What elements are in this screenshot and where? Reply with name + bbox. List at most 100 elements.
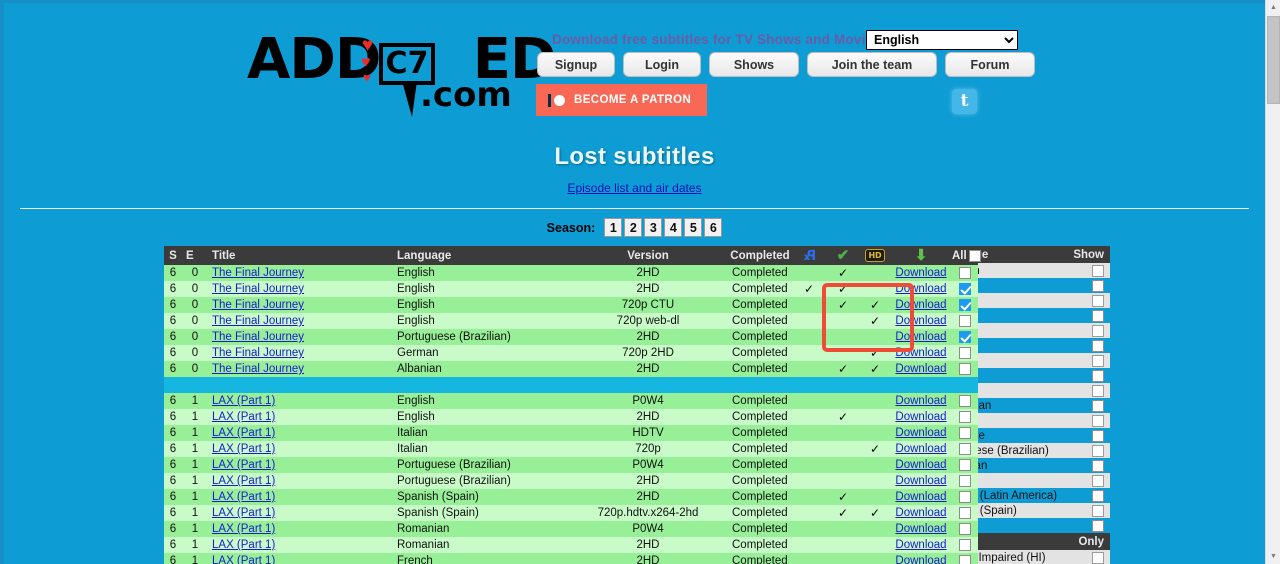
row-completed: Completed — [728, 553, 792, 564]
row-checkbox[interactable] — [959, 490, 971, 503]
sidebar-language-checkbox[interactable] — [1092, 474, 1104, 487]
season-button-4[interactable]: 4 — [664, 218, 683, 237]
row-checkbox[interactable] — [959, 554, 971, 564]
download-link[interactable]: Download — [895, 491, 946, 503]
download-link[interactable]: Download — [895, 283, 946, 295]
sidebar-language-checkbox[interactable] — [1092, 519, 1104, 532]
row-title-link[interactable]: The Final Journey — [212, 331, 304, 343]
row-title-link[interactable]: LAX (Part 1) — [212, 539, 275, 551]
row-checkbox[interactable] — [959, 474, 971, 487]
sidebar-language-checkbox[interactable] — [1092, 504, 1104, 517]
season-button-3[interactable]: 3 — [644, 218, 663, 237]
row-checkbox[interactable] — [959, 314, 971, 327]
select-all-checkbox[interactable] — [968, 249, 981, 262]
sidebar-language-checkbox[interactable] — [1092, 264, 1104, 277]
sidebar-language-checkbox[interactable] — [1092, 429, 1104, 442]
season-button-1[interactable]: 1 — [604, 218, 623, 237]
row-title-link[interactable]: The Final Journey — [212, 363, 304, 375]
row-checkbox[interactable] — [959, 426, 971, 439]
row-checkbox[interactable] — [959, 282, 971, 295]
row-checkbox[interactable] — [959, 538, 971, 551]
sidebar-language-checkbox[interactable] — [1092, 444, 1104, 457]
sidebar-language-checkbox[interactable] — [1092, 399, 1104, 412]
row-checkbox[interactable] — [959, 266, 971, 279]
row-checkbox[interactable] — [959, 394, 971, 407]
row-checkbox[interactable] — [959, 458, 971, 471]
download-link[interactable]: Download — [895, 347, 946, 359]
download-link[interactable]: Download — [895, 363, 946, 375]
row-title-link[interactable]: LAX (Part 1) — [212, 427, 275, 439]
row-checkbox[interactable] — [959, 506, 971, 519]
download-link[interactable]: Download — [895, 507, 946, 519]
nav-login-button[interactable]: Login — [623, 52, 701, 77]
site-logo[interactable]: ADD ED ♥ ♥ ♥ C7 .com — [247, 31, 557, 121]
row-title-link[interactable]: The Final Journey — [212, 283, 304, 295]
download-link[interactable]: Download — [895, 315, 946, 327]
nav-signup-button[interactable]: Signup — [537, 52, 615, 77]
row-title-link[interactable]: LAX (Part 1) — [212, 523, 275, 535]
download-link[interactable]: Download — [895, 459, 946, 471]
sidebar-language-checkbox[interactable] — [1092, 384, 1104, 397]
row-title-link[interactable]: LAX (Part 1) — [212, 459, 275, 471]
download-link[interactable]: Download — [895, 555, 946, 564]
download-link[interactable]: Download — [895, 331, 946, 343]
sidebar-language-checkbox[interactable] — [1092, 459, 1104, 472]
become-a-patron-button[interactable]: BECOME A PATRON — [536, 84, 708, 116]
download-link[interactable]: Download — [895, 475, 946, 487]
row-title-link[interactable]: The Final Journey — [212, 315, 304, 327]
sidebar-language-checkbox[interactable] — [1092, 294, 1104, 307]
sidebar-filter-checkbox[interactable] — [1092, 551, 1104, 564]
row-checkbox[interactable] — [959, 330, 971, 343]
sidebar-language-checkbox[interactable] — [1092, 339, 1104, 352]
row-checkbox[interactable] — [959, 362, 971, 375]
heart-icon: ♥ — [362, 35, 374, 56]
download-link[interactable]: Download — [895, 299, 946, 311]
sidebar-language-checkbox[interactable] — [1092, 309, 1104, 322]
season-button-5[interactable]: 5 — [684, 218, 703, 237]
row-checkbox[interactable] — [959, 410, 971, 423]
site-language-select[interactable]: English — [866, 30, 1018, 50]
row-title-link[interactable]: The Final Journey — [212, 267, 304, 279]
nav-forum-button[interactable]: Forum — [945, 52, 1035, 77]
row-title-link[interactable]: LAX (Part 1) — [212, 491, 275, 503]
row-checkbox[interactable] — [959, 298, 971, 311]
row-select — [952, 553, 978, 564]
season-button-2[interactable]: 2 — [624, 218, 643, 237]
row-title-link[interactable]: LAX (Part 1) — [212, 507, 275, 519]
sidebar-language-checkbox[interactable] — [1092, 414, 1104, 427]
row-checkbox[interactable] — [959, 442, 971, 455]
download-link[interactable]: Download — [895, 427, 946, 439]
row-title-link[interactable]: LAX (Part 1) — [212, 395, 275, 407]
download-link[interactable]: Download — [895, 443, 946, 455]
nav-join-the-team-button[interactable]: Join the team — [807, 52, 937, 77]
sidebar-language-checkbox[interactable] — [1092, 354, 1104, 367]
row-checkbox[interactable] — [959, 522, 971, 535]
nav-shows-button[interactable]: Shows — [709, 52, 799, 77]
season-button-6[interactable]: 6 — [704, 218, 723, 237]
episode-list-link[interactable]: Episode list and air dates — [567, 181, 701, 195]
sidebar-language-checkbox[interactable] — [1092, 324, 1104, 337]
main-content: S E Title Language Version Completed ℞ ✔ — [164, 246, 1254, 564]
download-link[interactable]: Download — [895, 523, 946, 535]
page-scrollbar[interactable]: ▲ ▼ — [1265, 0, 1280, 564]
sidebar-language-checkbox[interactable] — [1092, 489, 1104, 502]
row-title-link[interactable]: LAX (Part 1) — [212, 443, 275, 455]
subtitles-table-wrapper: S E Title Language Version Completed ℞ ✔ — [164, 246, 981, 564]
row-title-link[interactable]: LAX (Part 1) — [212, 475, 275, 487]
twitter-icon[interactable]: t — [952, 89, 977, 114]
download-link[interactable]: Download — [895, 411, 946, 423]
row-checkbox[interactable] — [959, 346, 971, 359]
scrollbar-thumb[interactable] — [1267, 16, 1280, 104]
row-title-link[interactable]: The Final Journey — [212, 347, 304, 359]
sidebar-language-checkbox[interactable] — [1092, 279, 1104, 292]
download-link[interactable]: Download — [895, 267, 946, 279]
row-title-link[interactable]: LAX (Part 1) — [212, 555, 275, 564]
download-link[interactable]: Download — [895, 539, 946, 551]
scroll-down-icon[interactable]: ▼ — [1266, 549, 1280, 564]
row-title-link[interactable]: The Final Journey — [212, 299, 304, 311]
download-link[interactable]: Download — [895, 395, 946, 407]
sidebar-language-checkbox[interactable] — [1092, 369, 1104, 382]
scroll-up-icon[interactable]: ▲ — [1266, 0, 1280, 15]
row-title-link[interactable]: LAX (Part 1) — [212, 411, 275, 423]
row-select — [952, 393, 978, 409]
